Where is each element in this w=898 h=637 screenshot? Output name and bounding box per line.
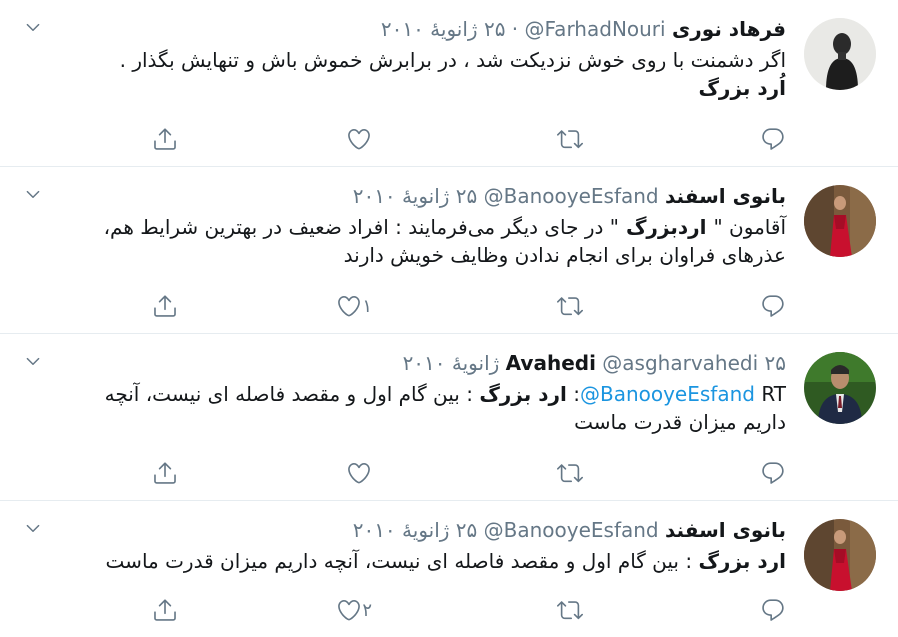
share-icon [152, 460, 178, 486]
tweet-body: Avahedi @asgharvahedi ۲۵ ژانویهٔ ۲۰۱۰ RT… [50, 348, 786, 436]
retweet-icon [557, 460, 583, 486]
reply-button[interactable] [760, 597, 786, 623]
reply-icon [760, 460, 786, 486]
bold-text: اُرد بزرگ [698, 76, 786, 100]
share-icon [152, 293, 178, 319]
retweet-button[interactable] [557, 126, 583, 152]
tweet-actions [0, 126, 786, 152]
author-handle[interactable]: @BanooyeEsfand [484, 518, 659, 542]
author-name[interactable]: بانوی اسفند [665, 518, 786, 542]
tweet-text-line: ارد بزرگ : بین گام اول و مقصد فاصله ای ن… [50, 547, 786, 575]
reply-icon [760, 597, 786, 623]
retweet-marker: RT [761, 382, 786, 406]
retweet-icon [557, 597, 583, 623]
share-button[interactable] [152, 126, 178, 152]
author-handle[interactable]: @BanooyeEsfand [484, 184, 659, 208]
tweet-text: ارد بزرگ : بین گام اول و مقصد فاصله ای ن… [50, 547, 786, 575]
separator-dot: · [511, 17, 519, 41]
tweet-actions: ۱ [0, 293, 786, 319]
heart-icon [336, 597, 362, 623]
reply-button[interactable] [760, 293, 786, 319]
heart-icon [336, 293, 362, 319]
tweet-body: بانوی اسفند @BanooyeEsfand ۲۵ ژانویهٔ ۲۰… [50, 515, 786, 575]
retweet-icon [557, 293, 583, 319]
tweet-text: آقامون " اردبزرگ " در جای دیگر می‌فرماین… [50, 213, 786, 269]
tweet-options-chevron-down-icon[interactable] [22, 350, 44, 372]
share-button[interactable] [152, 597, 178, 623]
author-name[interactable]: فرهاد نوری [672, 17, 786, 41]
tweet[interactable]: فرهاد نوری @FarhadNouri · ۲۵ ژانویهٔ ۲۰۱… [0, 0, 898, 167]
bold-text: اردبزرگ [618, 215, 714, 239]
tweet-header: بانوی اسفند @BanooyeEsfand ۲۵ ژانویهٔ ۲۰… [50, 181, 786, 211]
bold-text: ارد بزرگ [479, 382, 567, 406]
retweet-icon [557, 126, 583, 152]
text-segment: آقامون " [713, 215, 787, 239]
tweet-text-line: RT @BanooyeEsfand: ارد بزرگ : بین گام او… [104, 382, 786, 406]
tweet-body: بانوی اسفند @BanooyeEsfand ۲۵ ژانویهٔ ۲۰… [50, 181, 786, 269]
tweet-body: فرهاد نوری @FarhadNouri · ۲۵ ژانویهٔ ۲۰۱… [50, 14, 786, 102]
reply-button[interactable] [760, 126, 786, 152]
tweet-date[interactable]: ۲۵ ژانویهٔ ۲۰۱۰ [353, 518, 478, 542]
tweet-text-line: آقامون " اردبزرگ " در جای دیگر می‌فرماین… [50, 213, 786, 241]
tweet-actions: ۲ [0, 597, 786, 623]
like-button[interactable] [346, 460, 380, 486]
tweet-date[interactable]: ۲۵ ژانویهٔ ۲۰۱۰ [381, 17, 506, 41]
heart-icon [346, 460, 372, 486]
text-segment: : بین گام اول و مقصد فاصله ای نیست، آنچه… [105, 549, 693, 573]
tweet[interactable]: بانوی اسفند @BanooyeEsfand ۲۵ ژانویهٔ ۲۰… [0, 167, 898, 334]
tweet[interactable]: بانوی اسفند @BanooyeEsfand ۲۵ ژانویهٔ ۲۰… [0, 501, 898, 637]
tweet-feed: فرهاد نوری @FarhadNouri · ۲۵ ژانویهٔ ۲۰۱… [0, 0, 898, 637]
tweet-text: RT @BanooyeEsfand: ارد بزرگ : بین گام او… [50, 380, 786, 436]
like-button[interactable]: ۱ [336, 293, 380, 319]
retweet-button[interactable] [557, 293, 583, 319]
text-segment: " در جای دیگر می‌فرمایند : افراد ضعیف در… [103, 215, 619, 239]
retweet-button[interactable] [557, 597, 583, 623]
reply-button[interactable] [760, 460, 786, 486]
author-handle[interactable]: @FarhadNouri [525, 17, 666, 41]
reply-icon [760, 293, 786, 319]
mention-link[interactable]: @BanooyeEsfand [580, 382, 755, 406]
text-segment: : بین گام اول و مقصد فاصله ای نیست، آنچه [104, 382, 473, 406]
avatar[interactable] [804, 18, 876, 90]
tweet-text-line: داریم میزان قدرت ماست [574, 410, 786, 434]
tweet-text-line: عذرهای فراوان برای انجام ندادن وظایف خوی… [343, 243, 786, 267]
avatar[interactable] [804, 352, 876, 424]
heart-icon [346, 126, 372, 152]
tweet-actions [0, 460, 786, 486]
tweet-header: فرهاد نوری @FarhadNouri · ۲۵ ژانویهٔ ۲۰۱… [50, 14, 786, 44]
tweet-header: Avahedi @asgharvahedi ۲۵ ژانویهٔ ۲۰۱۰ [50, 348, 786, 378]
like-button[interactable] [346, 126, 380, 152]
author-name[interactable]: بانوی اسفند [665, 184, 786, 208]
tweet[interactable]: Avahedi @asgharvahedi ۲۵ ژانویهٔ ۲۰۱۰ RT… [0, 334, 898, 501]
retweet-button[interactable] [557, 460, 583, 486]
tweet-options-chevron-down-icon[interactable] [22, 517, 44, 539]
avatar[interactable] [804, 519, 876, 591]
tweet-options-chevron-down-icon[interactable] [22, 183, 44, 205]
reply-icon [760, 126, 786, 152]
tweet-text: اگر دشمنت با روی خوش نزدیکت شد ، در براب… [50, 46, 786, 102]
share-icon [152, 126, 178, 152]
tweet-text-line: اُرد بزرگ [50, 74, 786, 102]
avatar[interactable] [804, 185, 876, 257]
like-count: ۲ [362, 599, 372, 621]
bold-text: ارد بزرگ [698, 549, 786, 573]
share-icon [152, 597, 178, 623]
tweet-options-chevron-down-icon[interactable] [22, 16, 44, 38]
like-count: ۱ [362, 295, 372, 317]
tweet-text-line: اگر دشمنت با روی خوش نزدیکت شد ، در براب… [119, 48, 786, 72]
tweet-date[interactable]: ۲۵ ژانویهٔ ۲۰۱۰ [353, 184, 478, 208]
tweet-header: بانوی اسفند @BanooyeEsfand ۲۵ ژانویهٔ ۲۰… [50, 515, 786, 545]
author-name[interactable]: Avahedi [506, 351, 596, 375]
share-button[interactable] [152, 460, 178, 486]
share-button[interactable] [152, 293, 178, 319]
like-button[interactable]: ۲ [336, 597, 380, 623]
author-handle[interactable]: @asgharvahedi [602, 351, 758, 375]
